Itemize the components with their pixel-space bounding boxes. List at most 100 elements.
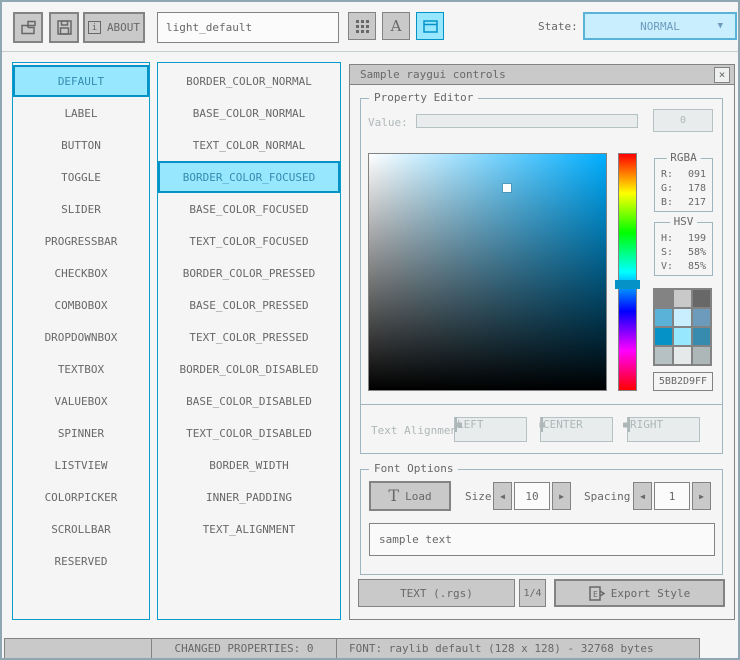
palette-swatch[interactable] (693, 290, 710, 307)
control-item[interactable]: TOGGLE (13, 161, 149, 193)
property-item[interactable]: BORDER_WIDTH (158, 449, 340, 481)
align-right-label: RIGHT (630, 418, 663, 431)
control-item[interactable]: LISTVIEW (13, 449, 149, 481)
rgba-row-g: G: 178 (661, 182, 706, 196)
font-mode-button[interactable]: A (382, 12, 410, 40)
property-item[interactable]: TEXT_ALIGNMENT (158, 513, 340, 545)
font-spacing-value[interactable]: 1 (654, 482, 690, 510)
property-item[interactable]: BORDER_COLOR_PRESSED (158, 257, 340, 289)
b-label: B: (661, 196, 673, 210)
palette-swatch[interactable] (674, 347, 691, 364)
control-item[interactable]: TEXTBOX (13, 353, 149, 385)
export-format-page: 1/4 (523, 588, 541, 599)
b-value: 217 (688, 196, 706, 210)
hue-slider-cursor[interactable] (615, 280, 640, 289)
control-item[interactable]: DROPDOWNBOX (13, 321, 149, 353)
sample-window-titlebar[interactable]: Sample raygui controls × (350, 65, 734, 85)
property-item[interactable]: INNER_PADDING (158, 481, 340, 513)
control-item[interactable]: DEFAULT (13, 65, 149, 97)
control-item[interactable]: VALUEBOX (13, 385, 149, 417)
align-right-button[interactable]: RIGHT (627, 417, 700, 442)
font-options-group-label: Font Options (369, 462, 458, 475)
export-format-counter[interactable]: 1/4 (519, 579, 546, 607)
arrow-right-icon: ▶ (559, 492, 564, 501)
palette-swatch[interactable] (693, 309, 710, 326)
property-item[interactable]: BASE_COLOR_DISABLED (158, 385, 340, 417)
control-item[interactable]: RESERVED (13, 545, 149, 577)
size-increment-button[interactable]: ▶ (552, 482, 571, 510)
hsv-row-s: S: 58% (661, 246, 706, 260)
value-button[interactable]: 0 (653, 109, 713, 132)
spacing-decrement-button[interactable]: ◀ (633, 482, 652, 510)
palette-swatch[interactable] (674, 309, 691, 326)
property-item[interactable]: TEXT_COLOR_NORMAL (158, 129, 340, 161)
rgba-row-b: B: 217 (661, 196, 706, 210)
palette-swatch[interactable] (655, 328, 672, 345)
property-item[interactable]: TEXT_COLOR_DISABLED (158, 417, 340, 449)
value-slider[interactable] (416, 114, 638, 128)
property-item[interactable]: BASE_COLOR_PRESSED (158, 289, 340, 321)
control-item[interactable]: SCROLLBAR (13, 513, 149, 545)
save-file-button[interactable] (49, 12, 79, 43)
style-name-input[interactable] (157, 12, 339, 43)
sample-controls-window: Sample raygui controls × Property Editor… (349, 64, 735, 620)
control-item[interactable]: COMBOBOX (13, 289, 149, 321)
font-load-button[interactable]: T Load (369, 481, 451, 511)
value-label: Value: (368, 116, 408, 129)
property-item[interactable]: BASE_COLOR_NORMAL (158, 97, 340, 129)
property-item[interactable]: BORDER_COLOR_DISABLED (158, 353, 340, 385)
style-table-mode-button[interactable] (348, 12, 376, 40)
export-style-button[interactable]: E Export Style (554, 579, 725, 607)
close-icon[interactable]: × (714, 67, 730, 83)
r-value: 091 (688, 168, 706, 182)
palette-swatch[interactable] (655, 290, 672, 307)
property-item[interactable]: TEXT_COLOR_PRESSED (158, 321, 340, 353)
palette-swatch[interactable] (693, 347, 710, 364)
font-size-value[interactable]: 10 (514, 482, 550, 510)
control-item[interactable]: LABEL (13, 97, 149, 129)
text-t-icon: T (388, 488, 399, 504)
property-item[interactable]: TEXT_COLOR_FOCUSED (158, 225, 340, 257)
control-preview-mode-button[interactable] (416, 12, 444, 40)
align-center-icon (541, 417, 543, 432)
sample-text-input[interactable]: sample text (369, 523, 715, 556)
sample-window-title: Sample raygui controls (360, 68, 506, 81)
rgba-group: RGBA R: 091 G: 178 B: 217 (654, 158, 713, 212)
g-label: G: (661, 182, 673, 196)
control-item[interactable]: BUTTON (13, 129, 149, 161)
open-file-button[interactable] (13, 12, 43, 43)
size-decrement-button[interactable]: ◀ (493, 482, 512, 510)
state-dropdown[interactable]: NORMAL ▼ (583, 12, 737, 40)
hsv-row-v: V: 85% (661, 260, 706, 274)
palette-swatch[interactable] (655, 309, 672, 326)
font-load-label: Load (405, 490, 432, 503)
spacing-increment-button[interactable]: ▶ (692, 482, 711, 510)
font-spacing-label: Spacing: (584, 490, 637, 503)
align-left-button[interactable]: LEFT (454, 417, 527, 442)
rguistyler-window: i ABOUT A State: NORMAL ▼ DEFAULT (0, 0, 740, 660)
color-picker-panel[interactable] (368, 153, 607, 391)
about-button[interactable]: i ABOUT (83, 12, 145, 43)
control-item[interactable]: SLIDER (13, 193, 149, 225)
state-label: State: (538, 20, 578, 33)
control-item[interactable]: CHECKBOX (13, 257, 149, 289)
hue-slider[interactable] (618, 153, 637, 391)
hex-color-value[interactable]: 5BB2D9FF (653, 372, 713, 391)
export-format-combobox[interactable]: TEXT (.rgs) (358, 579, 515, 607)
align-center-button[interactable]: CENTER (540, 417, 613, 442)
palette-swatch[interactable] (674, 290, 691, 307)
property-item[interactable]: BORDER_COLOR_NORMAL (158, 65, 340, 97)
properties-list: BORDER_COLOR_NORMAL BASE_COLOR_NORMAL TE… (157, 62, 341, 620)
palette-swatch[interactable] (674, 328, 691, 345)
control-item[interactable]: SPINNER (13, 417, 149, 449)
property-item[interactable]: BORDER_COLOR_FOCUSED (158, 161, 340, 193)
style-palette-grid (653, 288, 712, 366)
color-panel-marker[interactable] (503, 184, 511, 192)
palette-swatch[interactable] (693, 328, 710, 345)
g-value: 178 (688, 182, 706, 196)
control-item[interactable]: PROGRESSBAR (13, 225, 149, 257)
align-right-icon (628, 417, 630, 432)
property-item[interactable]: BASE_COLOR_FOCUSED (158, 193, 340, 225)
control-item[interactable]: COLORPICKER (13, 481, 149, 513)
palette-swatch[interactable] (655, 347, 672, 364)
